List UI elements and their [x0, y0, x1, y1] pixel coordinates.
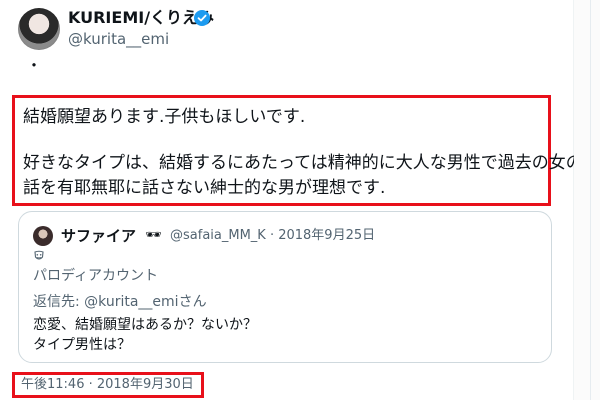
right-sidebar	[574, 0, 600, 400]
tweet-column: KURIEMI/くりえみ @kurita__emi ・ 結婚願望あります.子供も…	[0, 0, 583, 400]
tweet-leading-char: ・	[26, 56, 43, 75]
quoted-tweet-card[interactable]: サファイア 🕶 @safaia_MM_K · 2018年9月25日 パロディアカ…	[18, 211, 552, 363]
parody-account-label: パロディアカウント	[33, 268, 159, 284]
quoted-handle-date: @safaia_MM_K · 2018年9月25日	[170, 228, 376, 243]
verified-badge-icon	[194, 10, 210, 26]
quoted-text-line: 恋愛、結婚願望はあるか？ないか？	[33, 317, 257, 333]
tweet-text-highlight: 結婚願望あります.子供もほしいです. 好きなタイプは、結婚するにあたっては精神的…	[12, 95, 583, 206]
quoted-text-line: タイプ男性は？	[33, 337, 131, 353]
author-avatar[interactable]	[18, 8, 60, 50]
tweet-timestamp[interactable]: 午後11:46 · 2018年9月30日	[12, 372, 204, 398]
tweet-text-line: 好きなタイプは、結婚するにあたっては精神的に大人な男性で過去の女の	[23, 153, 583, 173]
sidebar-divider	[590, 0, 591, 400]
theater-mask-icon	[33, 250, 45, 265]
sunglasses-emoji: 🕶	[145, 228, 162, 243]
author-handle[interactable]: @kurita__emi	[68, 30, 169, 48]
tweet-text-line: 結婚願望あります.子供もほしいです.	[23, 107, 306, 127]
quoted-avatar	[33, 226, 53, 246]
reply-handle-link[interactable]: @kurita__emiさん	[84, 294, 206, 310]
reply-to-line: 返信先: @kurita__emiさん	[33, 293, 207, 311]
reply-prefix: 返信先:	[33, 294, 85, 310]
author-display-name[interactable]: KURIEMI/くりえみ	[68, 8, 214, 28]
tweet-text-line: 話を有耶無耶に話さない紳士的な男が理想です.	[23, 178, 386, 198]
quoted-display-name: サファイア	[61, 227, 137, 245]
